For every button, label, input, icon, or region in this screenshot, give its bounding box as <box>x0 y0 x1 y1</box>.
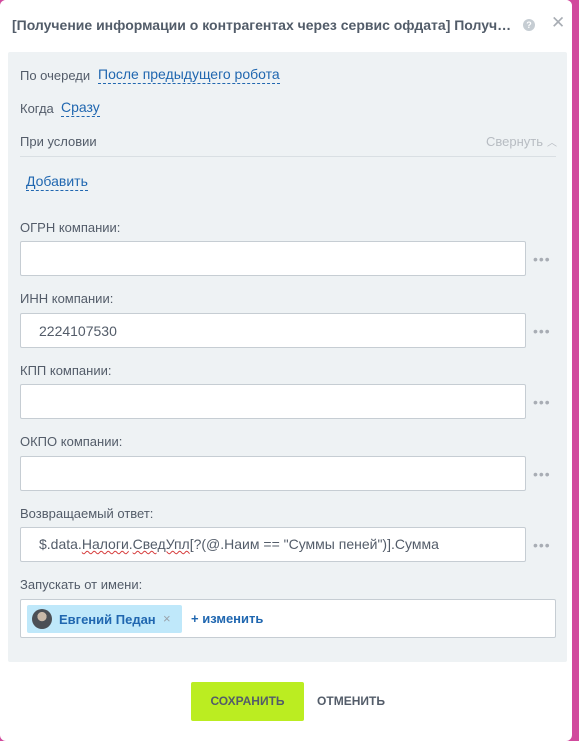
okpo-label: ОКПО компании: <box>20 434 123 449</box>
response-more-icon[interactable]: ••• <box>533 538 551 552</box>
response-label: Возвращаемый ответ: <box>20 506 154 521</box>
response-text-part: $.data. <box>39 536 82 552</box>
divider <box>20 156 556 157</box>
response-text-part: [?(@.Наим == "Суммы пеней")].Сумма <box>189 536 439 552</box>
condition-label: При условии <box>20 134 97 149</box>
when-link[interactable]: Сразу <box>61 99 100 117</box>
queue-mode-link[interactable]: После предыдущего робота <box>98 66 280 84</box>
run-as-label: Запускать от имени: <box>20 577 143 592</box>
add-condition-link[interactable]: Добавить <box>26 173 88 191</box>
dialog-title: [Получение информации о контрагентах чер… <box>12 17 514 33</box>
avatar <box>32 609 52 629</box>
when-label: Когда <box>20 101 54 116</box>
save-button[interactable]: СОХРАНИТЬ <box>191 682 304 721</box>
cancel-button[interactable]: ОТМЕНИТЬ <box>314 682 388 721</box>
ogrn-input[interactable] <box>20 241 526 276</box>
kpp-more-icon[interactable]: ••• <box>533 395 551 409</box>
collapse-button[interactable]: Свернуть ︿ <box>486 134 557 149</box>
user-name: Евгений Педан <box>59 612 156 627</box>
okpo-input[interactable] <box>20 456 526 491</box>
response-text-part: Налоги <box>81 536 129 552</box>
kpp-label: КПП компании: <box>20 363 112 378</box>
change-user-link[interactable]: + изменить <box>191 611 263 626</box>
chevron-up-icon: ︿ <box>547 138 558 149</box>
dialog-header: [Получение информации о контрагентах чер… <box>0 0 572 52</box>
okpo-more-icon[interactable]: ••• <box>533 467 551 481</box>
user-chip: Евгений Педан × <box>27 605 182 633</box>
help-icon[interactable]: ? <box>523 19 535 31</box>
collapse-label: Свернуть <box>486 134 544 149</box>
settings-panel: По очереди После предыдущего робота Когд… <box>8 52 567 662</box>
user-selector[interactable]: Евгений Педан × + изменить <box>20 599 556 638</box>
ogrn-more-icon[interactable]: ••• <box>533 252 551 266</box>
close-icon[interactable]: ✕ <box>551 14 565 32</box>
remove-user-icon[interactable]: × <box>163 611 171 626</box>
ogrn-label: ОГРН компании: <box>20 220 121 235</box>
response-input[interactable]: $.data.Налоги.СведУпл[?(@.Наим == "Суммы… <box>20 527 526 562</box>
queue-label: По очереди <box>20 68 91 83</box>
inn-more-icon[interactable]: ••• <box>533 324 551 338</box>
robot-settings-dialog: [Получение информации о контрагентах чер… <box>0 0 572 741</box>
response-text-part: СведУпл <box>132 536 190 552</box>
kpp-input[interactable] <box>20 384 526 419</box>
inn-label: ИНН компании: <box>20 291 114 306</box>
inn-input[interactable] <box>20 313 526 348</box>
